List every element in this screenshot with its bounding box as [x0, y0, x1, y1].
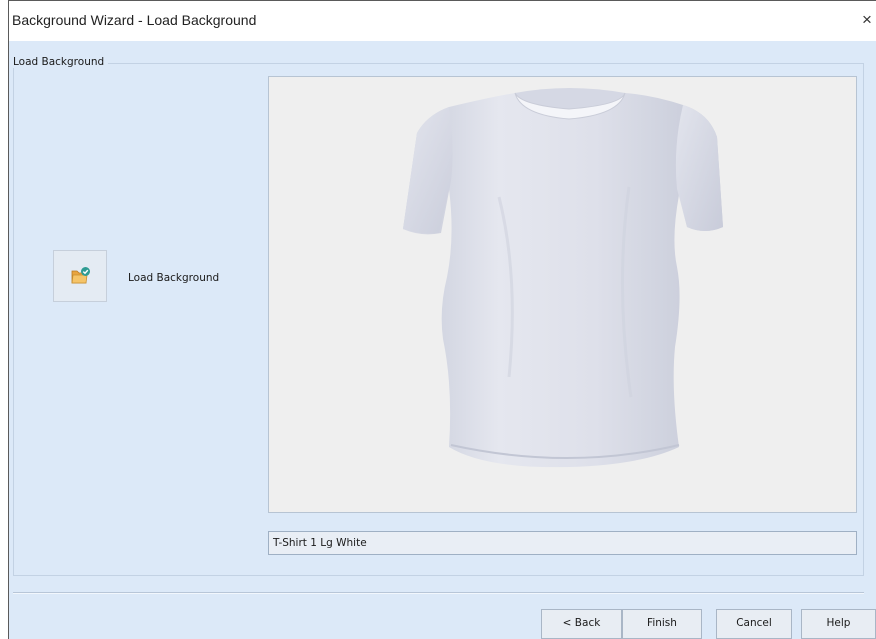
- background-name-field[interactable]: T-Shirt 1 Lg White: [268, 531, 857, 555]
- finish-button[interactable]: Finish: [622, 609, 702, 639]
- title-bar: Background Wizard - Load Background ×: [9, 1, 876, 41]
- group-legend: Load Background: [9, 56, 109, 68]
- window-title: Background Wizard - Load Background: [12, 12, 257, 28]
- help-button[interactable]: Help: [801, 609, 876, 639]
- back-button[interactable]: < Back: [541, 609, 622, 639]
- footer-separator: [13, 592, 864, 594]
- cancel-button[interactable]: Cancel: [716, 609, 792, 639]
- load-background-label: Load Background: [128, 272, 220, 284]
- close-button[interactable]: ×: [862, 9, 876, 31]
- white-tshirt-image: [403, 88, 723, 468]
- background-preview: [268, 76, 857, 513]
- load-background-button[interactable]: [53, 250, 107, 302]
- folder-image-icon: [71, 267, 90, 284]
